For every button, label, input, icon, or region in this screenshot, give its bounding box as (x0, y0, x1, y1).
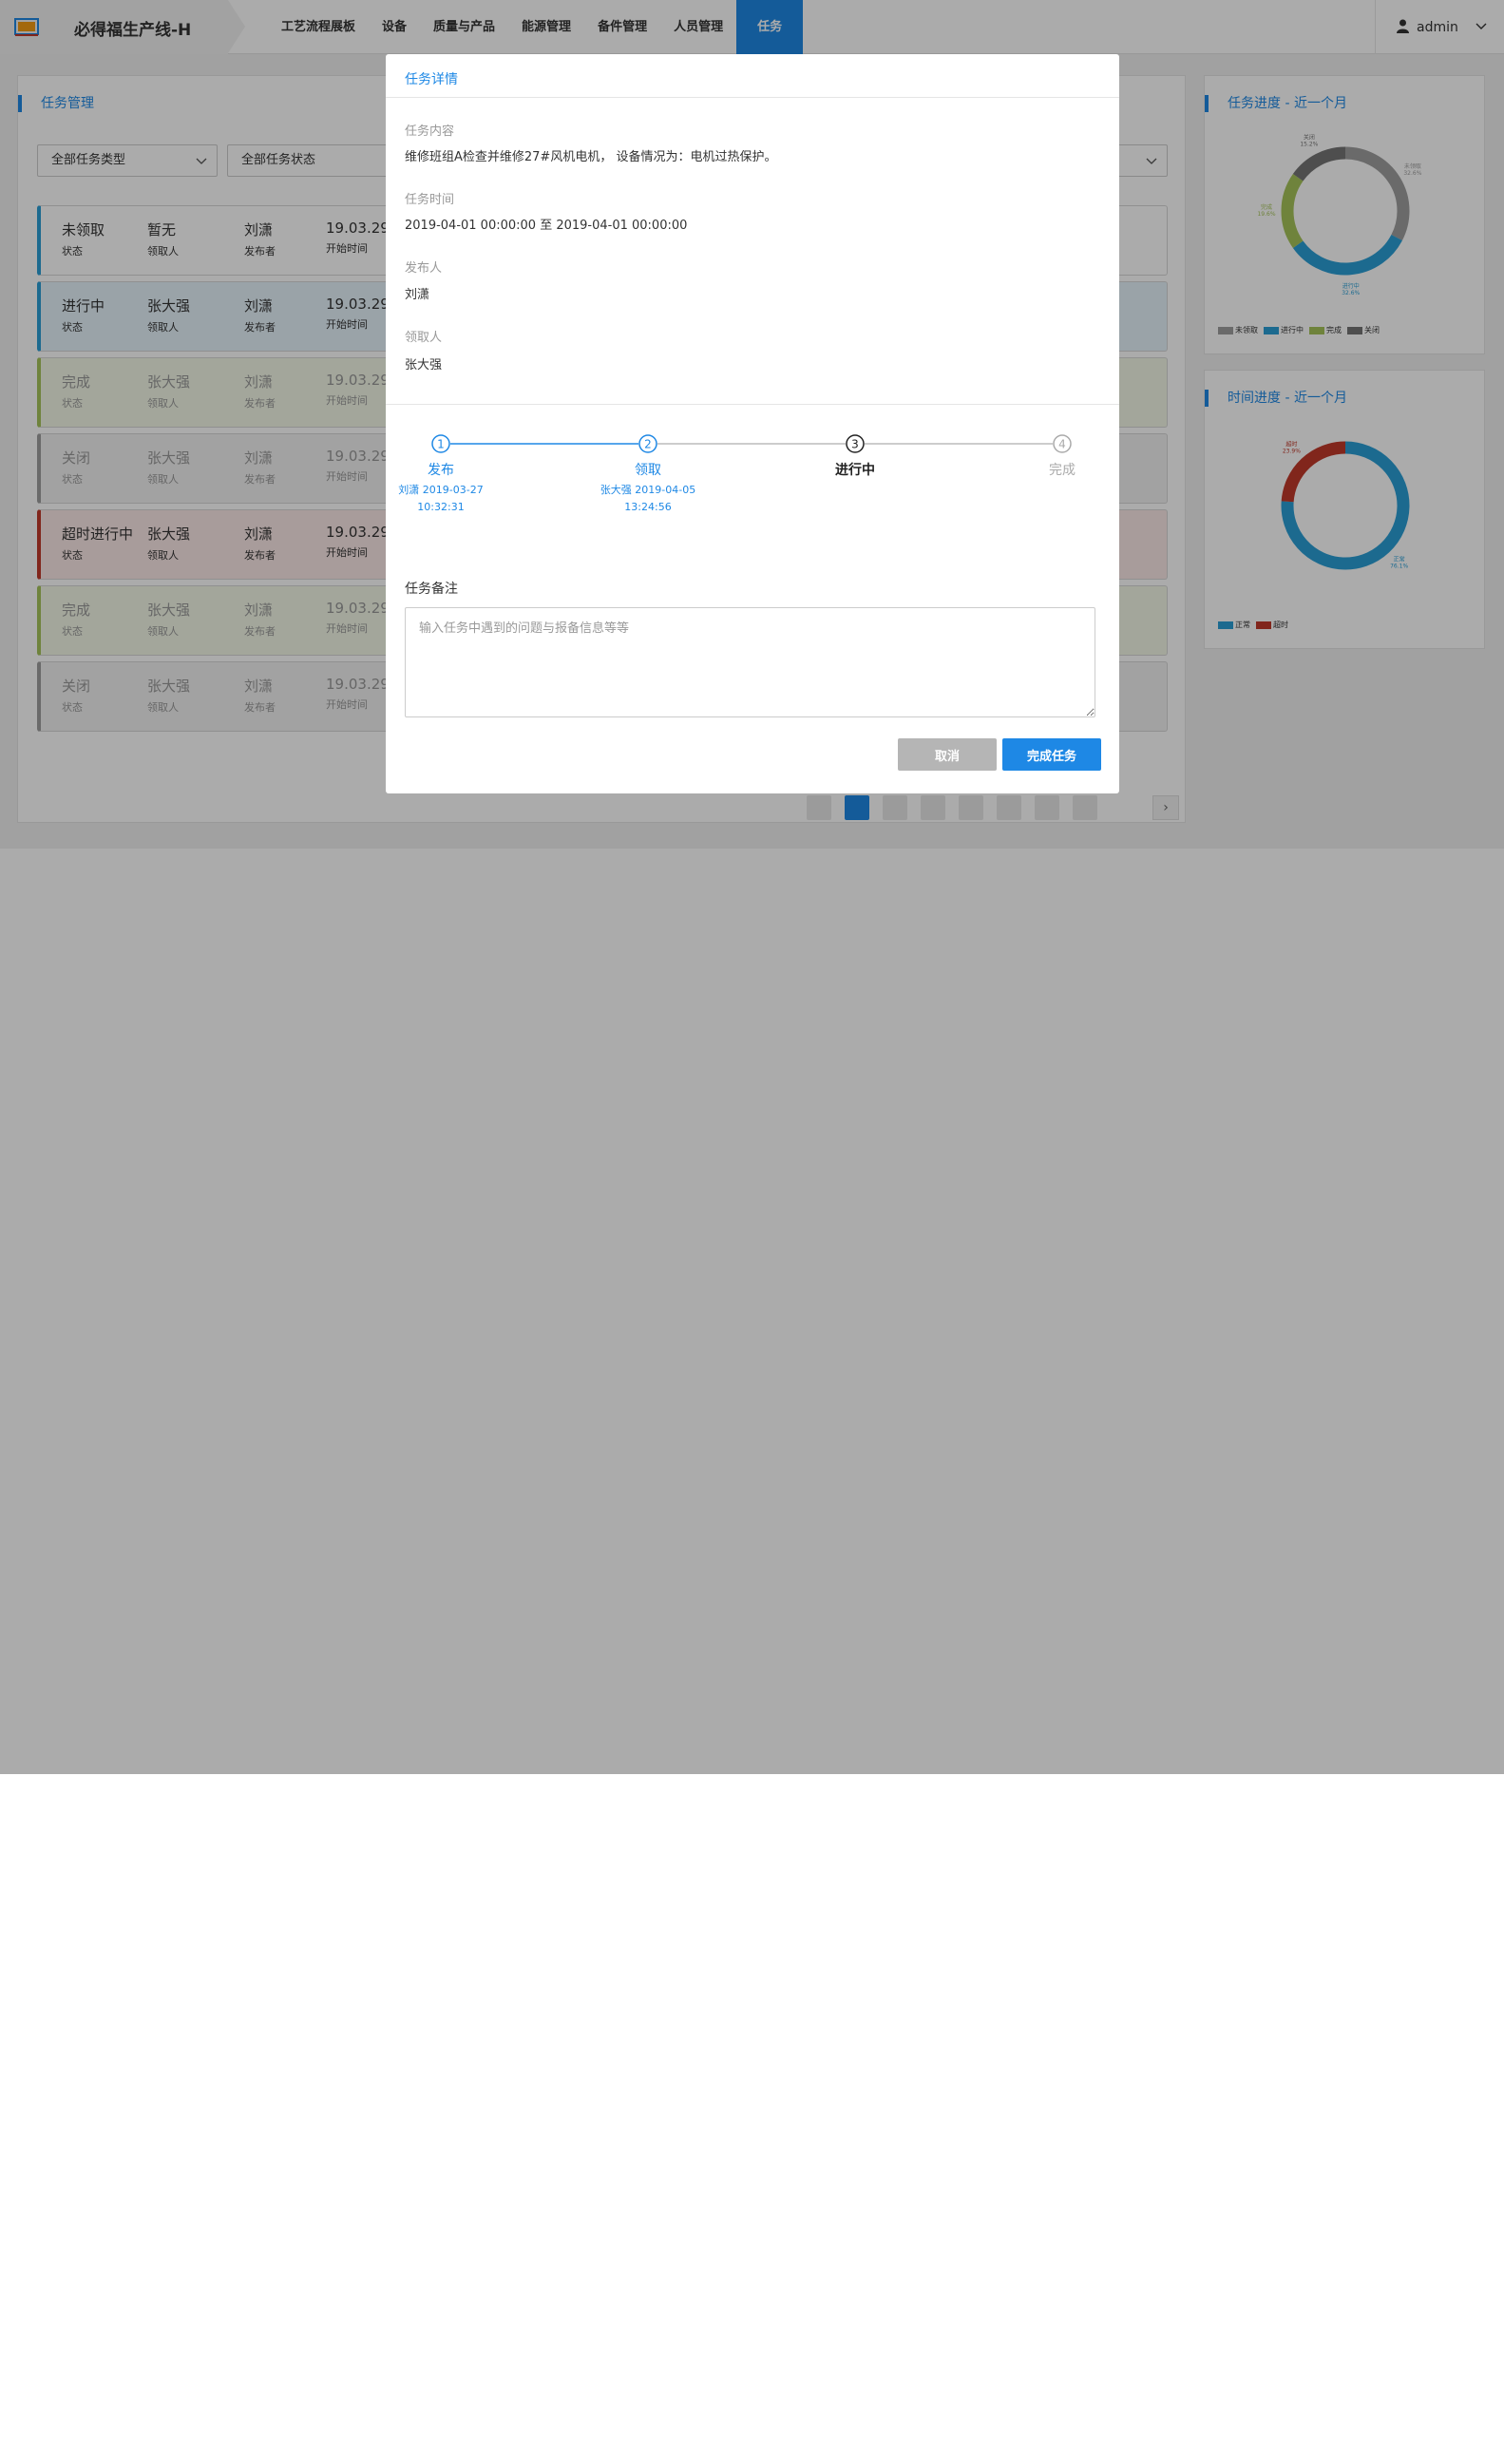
step-label: 进行中 (835, 463, 875, 478)
publisher-label: 发布人 (405, 261, 443, 276)
receiver-value: 张大强 (405, 358, 443, 372)
time-value: 2019-04-01 00:00:00 至 2019-04-01 00:00:0… (405, 219, 688, 233)
step-number: 3 (851, 438, 859, 451)
receiver-label: 领取人 (405, 331, 443, 345)
step-meta: 刘潇 2019-03-27 (398, 484, 484, 496)
task-steps-progress: 1 2 3 4 (431, 434, 1072, 453)
step-number: 2 (644, 438, 652, 451)
divider (386, 404, 1119, 405)
remark-textarea[interactable] (405, 607, 1095, 717)
time-label: 任务时间 (405, 193, 455, 207)
task-detail-modal: 任务详情 任务内容 维修班组A检查并维修27#风机电机， 设备情况为：电机过热保… (386, 54, 1119, 793)
step-meta: 张大强 2019-04-05 (600, 484, 696, 496)
step-label: 完成 (1049, 463, 1076, 478)
content-value: 维修班组A检查并维修27#风机电机， 设备情况为：电机过热保护。 (405, 150, 777, 164)
step-label: 发布 (428, 463, 454, 478)
modal-title: 任务详情 (405, 72, 458, 87)
publisher-value: 刘潇 (405, 288, 430, 302)
modal-header: 任务详情 (386, 54, 1119, 98)
step-number: 1 (437, 438, 445, 451)
step-meta-time: 13:24:56 (624, 501, 672, 513)
step-meta-time: 10:32:31 (417, 501, 465, 513)
remark-label: 任务备注 (405, 582, 458, 597)
step-label: 领取 (635, 463, 661, 478)
cancel-button[interactable]: 取消 (898, 738, 997, 771)
step-number: 4 (1058, 438, 1066, 451)
content-label: 任务内容 (405, 124, 455, 139)
complete-task-button[interactable]: 完成任务 (1002, 738, 1101, 771)
